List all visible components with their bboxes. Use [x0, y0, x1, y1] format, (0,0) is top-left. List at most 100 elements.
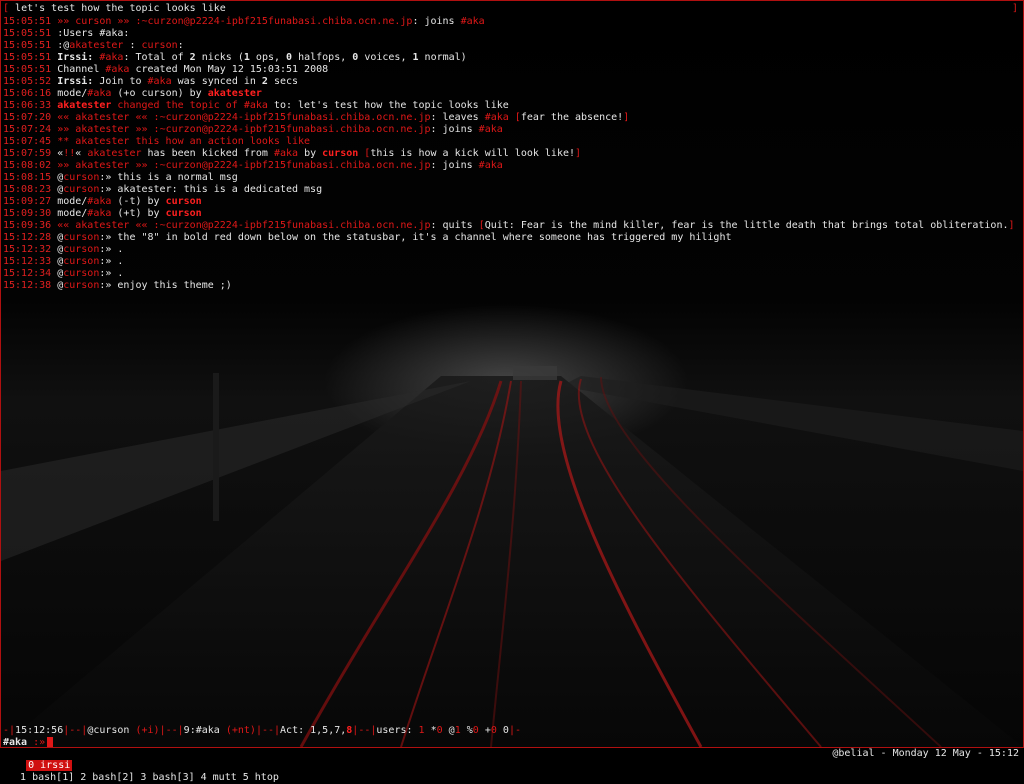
log-segment: voices, — [358, 52, 413, 63]
log-segment: (-t) by — [111, 196, 166, 207]
statusbar-segment: (+i) — [135, 725, 160, 736]
log-segment: akatester — [75, 160, 130, 171]
log-segment: curson — [322, 148, 359, 159]
log-segment: »» — [51, 160, 76, 171]
log-segment: : — [177, 40, 184, 51]
screen-tabs: 0 irssi 1 bash[1] 2 bash[2] 3 bash[3] 4 mut… — [2, 748, 279, 784]
statusbar-segment: 1 — [418, 725, 431, 736]
log-segment: Quit: Fear is the mind killer, fear is t… — [484, 220, 1009, 231]
statusbar-segment: Act: 1,5,7, — [280, 725, 347, 736]
log-segment: #aka — [478, 160, 503, 171]
log-segment: :» akatester: this is a dedicated msg — [99, 184, 323, 195]
log-segment: :» . — [99, 268, 124, 279]
log-segment: curson — [63, 256, 100, 267]
timestamp: 15:08:02 — [3, 160, 52, 171]
screen-tab[interactable]: 5 htop — [243, 772, 279, 783]
log-line: 15:07:24 »» akatester »» :~curzon@p2224-… — [3, 124, 1015, 136]
log-segment: :» enjoy this theme ;) — [99, 280, 232, 291]
log-segment: #aka — [147, 76, 172, 87]
prompt-channel: #aka — [3, 737, 28, 748]
channel-topic-bar: [ let's test how the topic looks like — [3, 3, 226, 15]
log-segment: «« — [51, 220, 76, 231]
log-segment: has been kicked from — [141, 148, 274, 159]
log-segment: »» — [51, 16, 76, 27]
log-segment: @ — [51, 280, 64, 291]
log-segment: akatester — [75, 220, 130, 231]
log-segment: mode/ — [51, 88, 88, 99]
log-segment: « — [51, 148, 64, 159]
log-segment: !! — [63, 148, 76, 159]
log-segment: by — [298, 148, 323, 159]
log-line: 15:09:36 «« akatester «« :~curzon@p2224-… — [3, 220, 1015, 232]
log-segment: normal) — [418, 52, 467, 63]
log-segment: »» — [129, 160, 154, 171]
log-segment: curson — [63, 232, 100, 243]
log-line: 15:06:33 akatester changed the topic of … — [3, 100, 1015, 112]
timestamp: 15:06:33 — [3, 100, 52, 111]
statusbar-segment: 0 — [472, 725, 485, 736]
statusbar-segment: |--| — [352, 725, 377, 736]
log-segment: was synced in — [171, 76, 262, 87]
log-segment: curson — [141, 40, 178, 51]
log-segment: halfops, — [292, 52, 353, 63]
log-segment: : joins — [430, 124, 479, 135]
log-segment: : Total of — [123, 52, 190, 63]
timestamp: 15:07:20 — [3, 112, 52, 123]
log-line: 15:08:23 @curson:» akatester: this is a … — [3, 184, 1015, 196]
timestamp: 15:06:16 — [3, 88, 52, 99]
timestamp: 15:05:51 — [3, 52, 52, 63]
log-segment: #aka — [87, 208, 112, 219]
log-segment: :@ — [51, 40, 70, 51]
input-prompt[interactable]: #aka :» — [3, 737, 54, 748]
log-segment: (+t) by — [111, 208, 166, 219]
log-segment: akatester — [75, 112, 130, 123]
log-segment: ** akatester this how an action looks li… — [51, 136, 311, 147]
log-segment: :» . — [99, 244, 124, 255]
timestamp: 15:05:51 — [3, 28, 52, 39]
log-segment: :Users #aka: — [51, 28, 130, 39]
log-line: 15:07:45 ** akatester this how an action… — [3, 136, 1015, 148]
log-segment: curson — [63, 280, 100, 291]
log-segment: « — [75, 148, 88, 159]
screen-tab[interactable]: 1 bash[1] — [20, 772, 74, 783]
log-segment: : quits — [430, 220, 479, 231]
timestamp: 15:08:15 — [3, 172, 52, 183]
statusbar-segment: 9:#aka — [183, 725, 226, 736]
log-line: 15:05:52 Irssi: Join to #aka was synced … — [3, 76, 1015, 88]
log-segment: #aka — [105, 64, 130, 75]
log-segment: created Mon May 12 15:03:51 2008 — [129, 64, 329, 75]
screen-window-bar: 0 irssi 1 bash[1] 2 bash[2] 3 bash[3] 4 mut… — [0, 748, 1024, 783]
screen-tab-active[interactable]: 0 irssi — [26, 760, 73, 771]
log-segment: curson — [165, 208, 202, 219]
screen-tab[interactable]: 2 bash[2] — [80, 772, 134, 783]
screen-tab[interactable]: 3 bash[3] — [140, 772, 194, 783]
timestamp: 15:12:32 — [3, 244, 52, 255]
message-log[interactable]: 15:05:51 »» curson »» :~curzon@p2224-ipb… — [3, 16, 1015, 292]
timestamp: 15:05:51 — [3, 16, 52, 27]
timestamp: 15:12:28 — [3, 232, 52, 243]
topic-text: let's test how the topic looks like — [9, 3, 226, 14]
screen-tab[interactable]: 4 mutt — [201, 772, 237, 783]
log-segment: #aka — [478, 124, 503, 135]
log-segment: Irssi: — [51, 52, 100, 63]
log-segment: «« — [51, 112, 76, 123]
log-segment: curson — [63, 172, 100, 183]
timestamp: 15:07:45 — [3, 136, 52, 147]
log-segment: :» . — [99, 256, 124, 267]
log-segment: akatester — [69, 40, 124, 51]
topic-bracket-right: ] — [1011, 3, 1018, 14]
log-segment: :~curzon@p2224-ipbf215funabasi.chiba.ocn… — [153, 160, 431, 171]
statusbar-segment: -| — [3, 725, 16, 736]
statusbar-segment: 15:12:56 — [15, 725, 64, 736]
log-segment: :~curzon@p2224-ipbf215funabasi.chiba.ocn… — [153, 220, 431, 231]
text-cursor — [47, 737, 54, 747]
log-line: 15:07:59 «!!« akatester has been kicked … — [3, 148, 1015, 160]
log-segment: :» this is a normal msg — [99, 172, 238, 183]
statusbar-segment: 0 — [490, 725, 503, 736]
log-segment: ops, — [249, 52, 287, 63]
log-segment: curson — [63, 184, 100, 195]
log-segment: »» — [51, 124, 76, 135]
statusbar-segment: @curson — [87, 725, 136, 736]
log-segment: #aka — [460, 16, 485, 27]
log-segment: @ — [51, 232, 64, 243]
